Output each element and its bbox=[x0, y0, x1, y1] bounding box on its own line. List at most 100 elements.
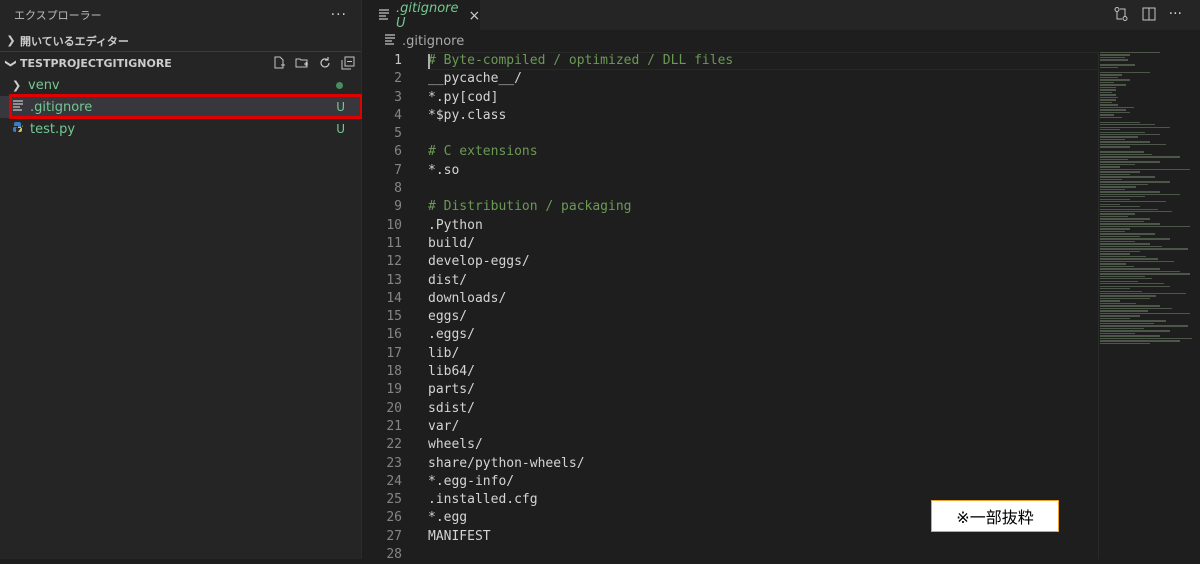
code-line[interactable]: 1 # Byte-compiled / optimized / DLL files bbox=[362, 52, 1082, 70]
minimap-line bbox=[1100, 104, 1118, 106]
tree-item-venv[interactable]: ❯ venv bbox=[0, 74, 361, 96]
line-number: 27 bbox=[386, 528, 402, 544]
vertical-scrollbar[interactable] bbox=[1190, 52, 1200, 559]
code-line[interactable]: 11 build/ bbox=[362, 235, 1082, 253]
minimap-line bbox=[1100, 283, 1164, 285]
code-line[interactable]: 24 *.egg-info/ bbox=[362, 473, 1082, 491]
code-line[interactable]: 8 bbox=[362, 180, 1082, 198]
new-folder-icon[interactable] bbox=[295, 56, 309, 70]
git-status-dot-icon bbox=[336, 81, 343, 89]
code-line[interactable]: 16 .eggs/ bbox=[362, 326, 1082, 344]
minimap-line bbox=[1100, 260, 1174, 263]
code-line[interactable]: 2 __pycache__/ bbox=[362, 70, 1082, 88]
explorer-title: エクスプローラー bbox=[14, 9, 102, 22]
minimap-line bbox=[1100, 151, 1144, 153]
minimap-line bbox=[1100, 218, 1150, 220]
open-editors-label: 開いているエディター bbox=[20, 34, 129, 48]
line-number: 20 bbox=[386, 400, 402, 416]
open-editors-section[interactable]: ❯ 開いているエディター bbox=[0, 30, 361, 52]
split-editor-icon[interactable] bbox=[1141, 6, 1157, 26]
ellipsis-icon[interactable]: ··· bbox=[331, 7, 347, 23]
code-line[interactable]: 19 parts/ bbox=[362, 381, 1082, 399]
code-line[interactable]: 5 bbox=[362, 125, 1082, 143]
minimap-line bbox=[1100, 129, 1120, 131]
new-file-icon[interactable] bbox=[272, 56, 286, 70]
minimap[interactable] bbox=[1100, 52, 1192, 362]
minimap-line bbox=[1100, 166, 1120, 168]
code-line[interactable]: 28 bbox=[362, 546, 1082, 564]
code-line[interactable]: 20 sdist/ bbox=[362, 400, 1082, 418]
line-text: lib64/ bbox=[428, 364, 475, 380]
line-text: *$py.class bbox=[428, 107, 507, 123]
minimap-line bbox=[1100, 126, 1170, 128]
minimap-line bbox=[1100, 54, 1130, 56]
code-line[interactable]: 14 downloads/ bbox=[362, 290, 1082, 308]
minimap-line bbox=[1100, 213, 1135, 215]
line-number: 8 bbox=[394, 181, 402, 197]
code-line[interactable]: 7 *.so bbox=[362, 162, 1082, 180]
minimap-line bbox=[1100, 305, 1160, 307]
code-line[interactable]: 21 var/ bbox=[362, 418, 1082, 436]
minimap-line bbox=[1100, 310, 1148, 312]
minimap-line bbox=[1100, 163, 1135, 166]
code-editor[interactable]: 1 # Byte-compiled / optimized / DLL files… bbox=[362, 52, 1082, 564]
minimap-line bbox=[1100, 240, 1135, 243]
minimap-line bbox=[1100, 136, 1138, 138]
ellipsis-icon[interactable]: ··· bbox=[1169, 6, 1182, 26]
line-text: __pycache__/ bbox=[428, 71, 522, 87]
minimap-line bbox=[1100, 300, 1120, 302]
minimap-line bbox=[1100, 342, 1150, 345]
code-line[interactable]: 22 wheels/ bbox=[362, 436, 1082, 454]
tab-title: .gitignore U bbox=[396, 0, 459, 31]
text-caret bbox=[428, 54, 430, 69]
code-line[interactable]: 4 *$py.class bbox=[362, 107, 1082, 125]
code-line[interactable]: 15 eggs/ bbox=[362, 308, 1082, 326]
line-number: 18 bbox=[386, 364, 402, 380]
minimap-line bbox=[1100, 52, 1160, 54]
minimap-line bbox=[1100, 181, 1170, 183]
code-line[interactable]: 18 lib64/ bbox=[362, 363, 1082, 381]
code-line[interactable]: 23 share/python-wheels/ bbox=[362, 455, 1082, 473]
breadcrumb[interactable]: .gitignore bbox=[362, 30, 1200, 52]
open-changes-icon[interactable] bbox=[1113, 6, 1129, 26]
git-status-badge: U bbox=[336, 100, 345, 114]
tree-item-test-py[interactable]: test.py U bbox=[0, 118, 361, 140]
project-section[interactable]: ❯ TESTPROJECTGITIGNORE bbox=[0, 52, 361, 74]
minimap-line bbox=[1100, 307, 1172, 310]
project-label: TESTPROJECTGITIGNORE bbox=[20, 56, 172, 70]
minimap-line bbox=[1100, 275, 1145, 277]
minimap-line bbox=[1100, 315, 1140, 317]
tree-item-gitignore[interactable]: .gitignore U bbox=[0, 96, 361, 118]
minimap-line bbox=[1100, 196, 1145, 198]
line-text: wheels/ bbox=[428, 437, 483, 453]
line-number: 22 bbox=[386, 437, 402, 453]
minimap-line bbox=[1100, 270, 1180, 273]
minimap-line bbox=[1100, 146, 1130, 148]
refresh-icon[interactable] bbox=[318, 56, 332, 70]
line-number: 9 bbox=[394, 199, 402, 215]
close-icon[interactable]: × bbox=[469, 8, 481, 24]
line-text: share/python-wheels/ bbox=[428, 455, 585, 471]
line-text: lib/ bbox=[428, 345, 460, 361]
code-line[interactable]: 17 lib/ bbox=[362, 345, 1082, 363]
line-text: # Byte-compiled / optimized / DLL files bbox=[428, 53, 734, 68]
code-line[interactable]: 6 # C extensions bbox=[362, 143, 1082, 161]
breadcrumb-file[interactable]: .gitignore bbox=[402, 34, 464, 49]
tab-status: U bbox=[396, 15, 406, 31]
minimap-line bbox=[1100, 74, 1122, 76]
code-line[interactable]: 12 develop-eggs/ bbox=[362, 253, 1082, 271]
minimap-line bbox=[1100, 330, 1170, 332]
minimap-line bbox=[1100, 225, 1190, 228]
code-line[interactable]: 10 .Python bbox=[362, 217, 1082, 235]
code-line[interactable]: 3 *.py[cod] bbox=[362, 89, 1082, 107]
line-number: 25 bbox=[386, 492, 402, 508]
minimap-line bbox=[1100, 211, 1172, 213]
minimap-line bbox=[1100, 109, 1126, 111]
collapse-all-icon[interactable] bbox=[341, 56, 355, 70]
code-line[interactable]: 9 # Distribution / packaging bbox=[362, 198, 1082, 216]
tab-gitignore[interactable]: .gitignore U × bbox=[362, 0, 481, 31]
minimap-line bbox=[1100, 201, 1166, 203]
minimap-line bbox=[1100, 265, 1134, 268]
code-line[interactable]: 13 dist/ bbox=[362, 272, 1082, 290]
minimap-line bbox=[1100, 183, 1148, 186]
